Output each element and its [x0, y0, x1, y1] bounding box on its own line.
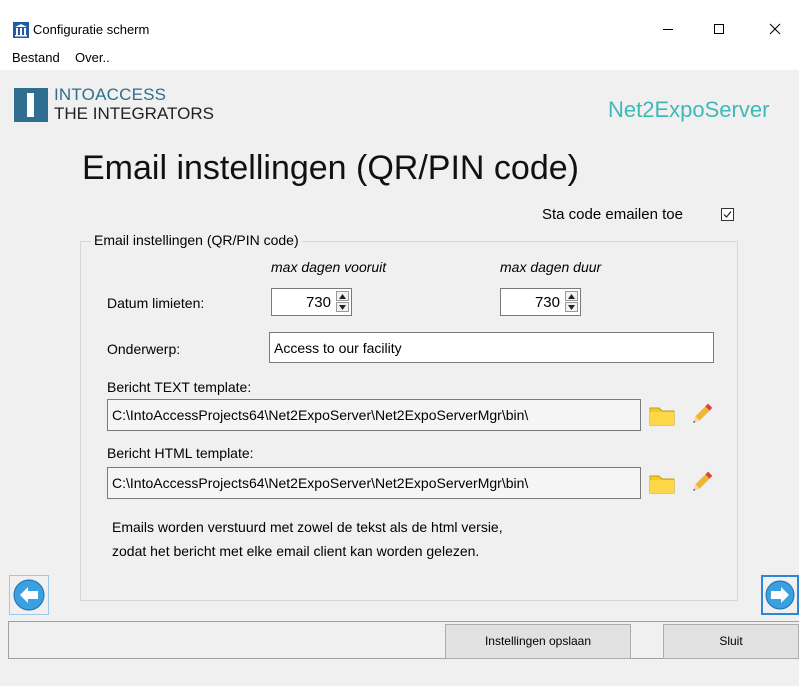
html-template-edit-button[interactable] — [686, 468, 716, 498]
pencil-icon — [693, 403, 713, 423]
minimize-icon — [663, 29, 673, 30]
maximize-icon — [714, 24, 724, 34]
days-ahead-up-button[interactable] — [336, 291, 349, 301]
html-template-path[interactable]: C:\IntoAccessProjects64\Net2ExpoServer\N… — [107, 467, 641, 499]
next-page-button[interactable] — [761, 575, 799, 615]
days-duration-stepper[interactable]: 730 — [500, 288, 581, 316]
window-title: Configuratie scherm — [33, 22, 150, 37]
close-button[interactable]: Sluit — [663, 624, 799, 659]
text-template-browse-button[interactable] — [647, 400, 677, 430]
page-title: Email instellingen (QR/PIN code) — [82, 149, 579, 187]
window-top-strip — [0, 0, 799, 12]
pencil-icon — [693, 471, 713, 491]
subject-input[interactable]: Access to our facility — [269, 332, 714, 363]
intoaccess-logo-mark — [14, 88, 48, 122]
column-header-days-ahead: max dagen vooruit — [271, 259, 387, 275]
folder-icon — [649, 407, 675, 426]
html-template-label: Bericht HTML template: — [107, 445, 254, 461]
previous-page-button[interactable] — [9, 575, 49, 615]
text-template-edit-button[interactable] — [686, 400, 716, 430]
days-ahead-down-button[interactable] — [336, 302, 349, 312]
text-template-label: Bericht TEXT template: — [107, 379, 252, 395]
subject-label: Onderwerp: — [107, 341, 181, 357]
info-text-line2: zodat het bericht met elke email client … — [112, 543, 480, 559]
triangle-down-icon — [339, 305, 346, 310]
date-limits-label: Datum limieten: — [107, 295, 205, 311]
days-duration-up-button[interactable] — [565, 291, 578, 301]
days-ahead-value[interactable]: 730 — [306, 294, 331, 312]
maximize-button[interactable] — [696, 12, 742, 46]
logo-tagline: THE INTEGRATORS — [54, 104, 214, 123]
folder-icon — [649, 475, 675, 494]
triangle-down-icon — [568, 305, 575, 310]
menu-bar — [0, 46, 799, 70]
checkmark-icon — [723, 211, 732, 218]
triangle-up-icon — [339, 294, 346, 299]
logo-company-name: INTOACCESS — [54, 85, 167, 104]
save-settings-button[interactable]: Instellingen opslaan — [445, 624, 631, 659]
group-legend: Email instellingen (QR/PIN code) — [91, 231, 302, 249]
days-duration-value[interactable]: 730 — [535, 294, 560, 312]
product-name: Net2ExpoServer — [608, 97, 770, 122]
days-ahead-stepper[interactable]: 730 — [271, 288, 352, 316]
text-template-path[interactable]: C:\IntoAccessProjects64\Net2ExpoServer\N… — [107, 399, 641, 431]
arrow-left-icon — [13, 579, 45, 611]
info-text-line1: Emails worden verstuurd met zowel de tek… — [112, 519, 503, 535]
days-duration-down-button[interactable] — [565, 302, 578, 312]
menu-over[interactable]: Over.. — [75, 50, 110, 66]
close-icon — [769, 23, 781, 35]
triangle-up-icon — [568, 294, 575, 299]
arrow-right-icon — [765, 580, 795, 610]
column-header-days-duration: max dagen duur — [500, 259, 602, 275]
close-window-button[interactable] — [752, 12, 798, 46]
allow-code-email-checkbox[interactable] — [721, 208, 734, 221]
menu-bestand[interactable]: Bestand — [12, 50, 60, 66]
html-template-browse-button[interactable] — [647, 468, 677, 498]
minimize-button[interactable] — [645, 12, 691, 46]
allow-code-email-label[interactable]: Sta code emailen toe — [542, 206, 683, 224]
building-icon — [13, 22, 29, 38]
